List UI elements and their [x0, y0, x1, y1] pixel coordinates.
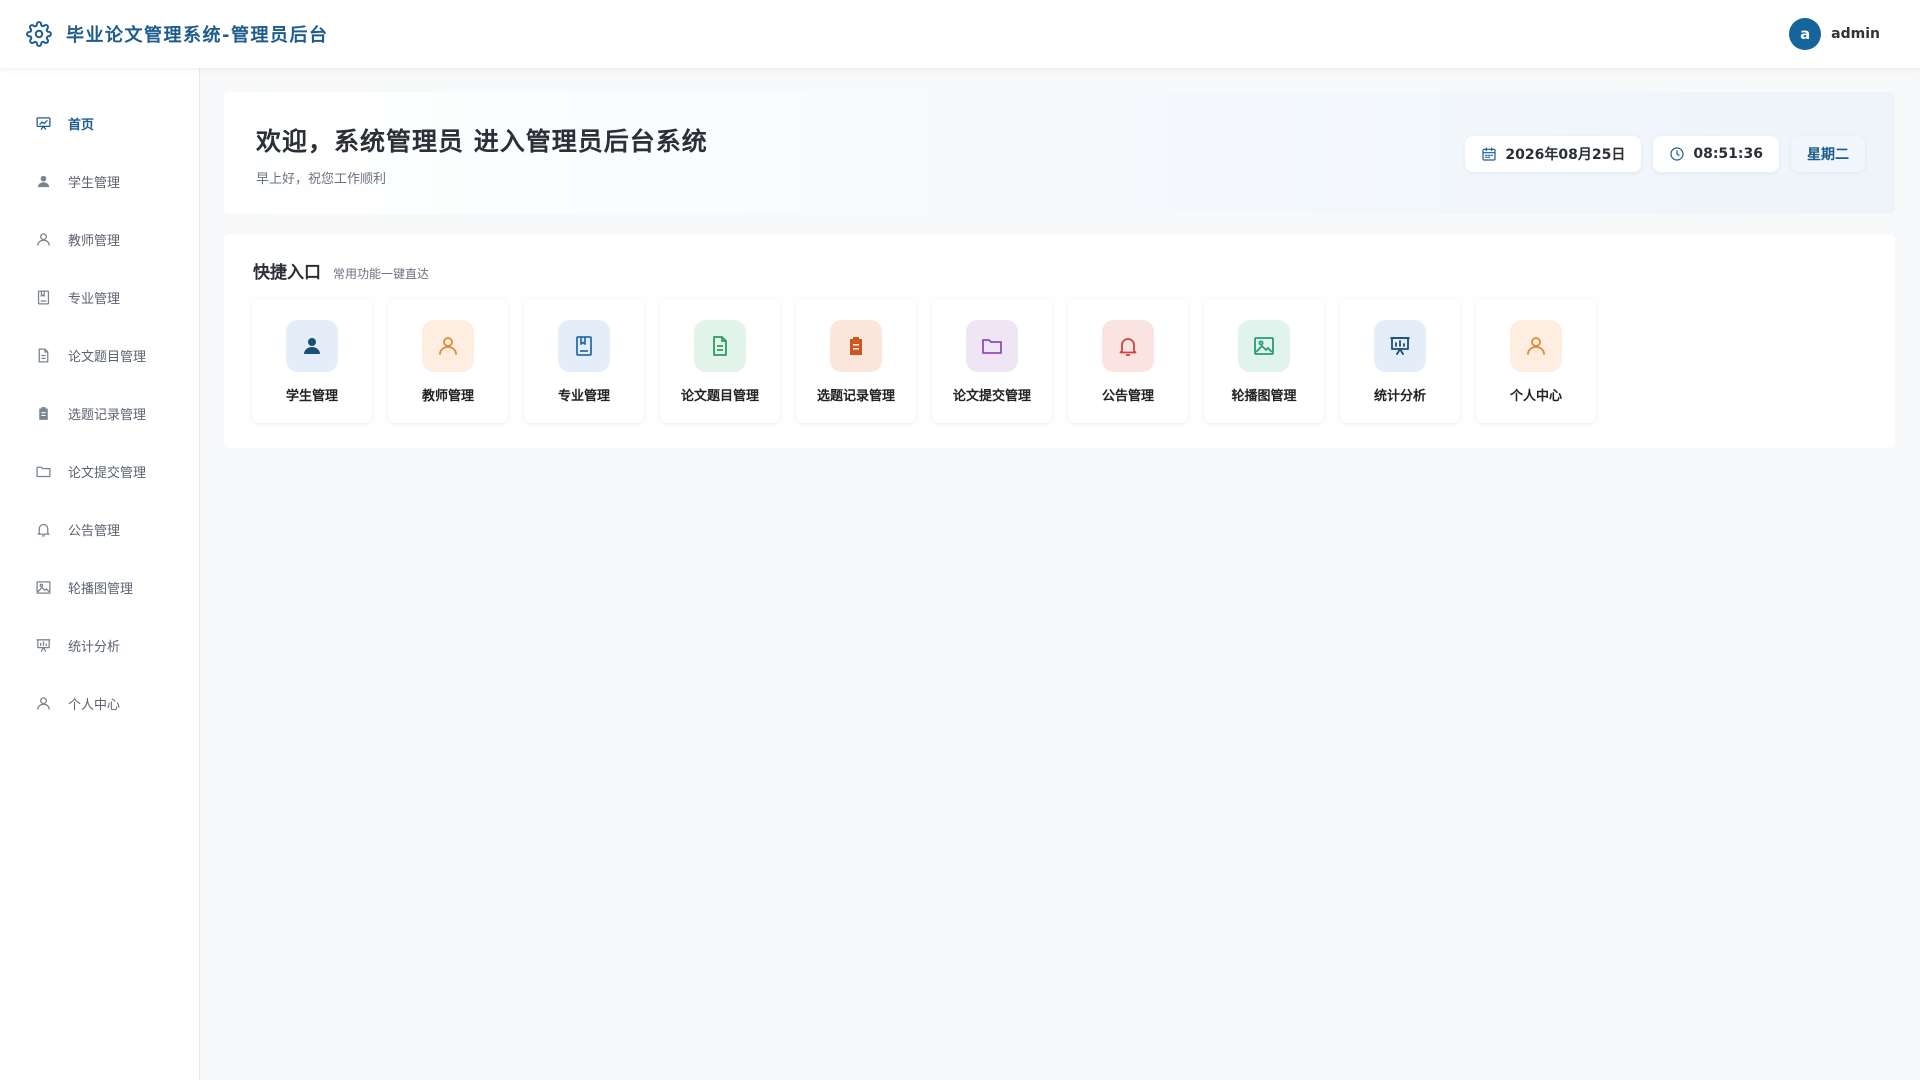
- sidebar-item-submissions[interactable]: 论文提交管理: [0, 442, 199, 500]
- quick-entry-title: 快捷入口: [253, 263, 321, 283]
- user-filled-icon: [286, 320, 338, 372]
- bell-icon: [35, 521, 52, 538]
- quick-tile-label: 个人中心: [1509, 389, 1562, 404]
- document-icon: [35, 347, 52, 364]
- sidebar-item-announcements[interactable]: 公告管理: [0, 500, 199, 558]
- sidebar-item-label: 公告管理: [68, 523, 121, 539]
- time-text: 08:51:36: [1693, 146, 1763, 162]
- sidebar-item-topics[interactable]: 论文题目管理: [0, 326, 199, 384]
- sidebar-item-label: 论文提交管理: [68, 465, 147, 481]
- presentation-icon: [1374, 320, 1426, 372]
- quick-tile-teachers[interactable]: 教师管理: [388, 299, 508, 423]
- calendar-icon: [1481, 146, 1497, 162]
- quick-tile-label: 统计分析: [1373, 389, 1426, 404]
- date-chip: 2026年08月25日: [1465, 136, 1642, 172]
- sidebar-item-label: 学生管理: [68, 175, 121, 191]
- time-chip: 08:51:36: [1653, 136, 1779, 172]
- weekday-text: 星期二: [1807, 147, 1849, 163]
- sidebar-item-students[interactable]: 学生管理: [0, 152, 199, 210]
- welcome-title: 欢迎，系统管理员 进入管理员后台系统: [256, 127, 708, 156]
- sidebar-item-label: 首页: [68, 117, 95, 133]
- book-icon: [35, 289, 52, 306]
- date-text: 2026年08月25日: [1505, 147, 1626, 163]
- sidebar-item-selection-records[interactable]: 选题记录管理: [0, 384, 199, 442]
- gear-icon: [26, 21, 52, 47]
- user-filled-icon: [35, 173, 52, 190]
- quick-tile-announcements[interactable]: 公告管理: [1068, 299, 1188, 423]
- avatar: a: [1789, 18, 1822, 50]
- sidebar-item-label: 统计分析: [68, 639, 121, 655]
- welcome-subtitle: 早上好，祝您工作顺利: [256, 172, 387, 187]
- sidebar: 首页 学生管理 教师管理 专业管理 论文题目管理 选题记录管理 论文提交管理 公…: [0, 68, 200, 1080]
- quick-tile-label: 论文提交管理: [952, 389, 1031, 404]
- datetime-chips: 2026年08月25日 08:51:36 星期二: [1465, 136, 1865, 172]
- folder-icon: [966, 320, 1018, 372]
- document-icon: [694, 320, 746, 372]
- quick-tile-majors[interactable]: 专业管理: [524, 299, 644, 423]
- sidebar-item-label: 专业管理: [68, 291, 121, 307]
- weekday-chip: 星期二: [1791, 136, 1865, 172]
- quick-tile-label: 轮播图管理: [1231, 389, 1297, 404]
- quick-tile-submissions[interactable]: 论文提交管理: [932, 299, 1052, 423]
- quick-tile-label: 论文题目管理: [680, 389, 759, 404]
- username: admin: [1831, 26, 1880, 42]
- sidebar-item-label: 个人中心: [68, 697, 121, 713]
- user-icon: [35, 695, 52, 712]
- sidebar-item-carousel[interactable]: 轮播图管理: [0, 558, 199, 616]
- user-menu[interactable]: a admin: [1789, 18, 1880, 50]
- quick-tile-selection-records[interactable]: 选题记录管理: [796, 299, 916, 423]
- user-icon: [422, 320, 474, 372]
- sidebar-item-home[interactable]: 首页: [0, 94, 199, 152]
- quick-entry-panel: 快捷入口 常用功能一键直达 学生管理 教师管理 专业管理 论文题目管理 选题记录…: [224, 234, 1895, 448]
- quick-entry-header: 快捷入口 常用功能一键直达: [253, 258, 429, 283]
- sidebar-item-majors[interactable]: 专业管理: [0, 268, 199, 326]
- app-title: 毕业论文管理系统-管理员后台: [66, 25, 329, 46]
- sidebar-item-statistics[interactable]: 统计分析: [0, 616, 199, 674]
- user-icon: [1510, 320, 1562, 372]
- bell-icon: [1102, 320, 1154, 372]
- picture-icon: [1238, 320, 1290, 372]
- clock-icon: [1669, 146, 1685, 162]
- clipboard-icon: [830, 320, 882, 372]
- dashboard-icon: [35, 115, 52, 132]
- welcome-banner: 欢迎，系统管理员 进入管理员后台系统 早上好，祝您工作顺利 2026年08月25…: [224, 92, 1895, 214]
- sidebar-item-teachers[interactable]: 教师管理: [0, 210, 199, 268]
- quick-tile-label: 学生管理: [285, 389, 338, 404]
- sidebar-item-label: 教师管理: [68, 233, 121, 249]
- sidebar-item-profile[interactable]: 个人中心: [0, 674, 199, 732]
- quick-entry-tiles: 学生管理 教师管理 专业管理 论文题目管理 选题记录管理 论文提交管理 公告管理…: [252, 299, 1596, 423]
- brand[interactable]: 毕业论文管理系统-管理员后台: [26, 21, 328, 47]
- user-icon: [35, 231, 52, 248]
- clipboard-icon: [35, 405, 52, 422]
- top-header: 毕业论文管理系统-管理员后台 a admin: [0, 0, 1920, 68]
- quick-tile-topics[interactable]: 论文题目管理: [660, 299, 780, 423]
- quick-entry-subtitle: 常用功能一键直达: [333, 267, 430, 281]
- quick-tile-carousel[interactable]: 轮播图管理: [1204, 299, 1324, 423]
- sidebar-item-label: 论文题目管理: [68, 349, 147, 365]
- picture-icon: [35, 579, 52, 596]
- quick-tile-label: 选题记录管理: [816, 389, 895, 404]
- sidebar-item-label: 选题记录管理: [68, 407, 147, 423]
- quick-tile-label: 专业管理: [557, 389, 610, 404]
- quick-tile-label: 公告管理: [1101, 389, 1154, 404]
- quick-tile-students[interactable]: 学生管理: [252, 299, 372, 423]
- quick-tile-profile[interactable]: 个人中心: [1476, 299, 1596, 423]
- book-icon: [558, 320, 610, 372]
- quick-tile-label: 教师管理: [421, 389, 474, 404]
- sidebar-item-label: 轮播图管理: [68, 581, 134, 597]
- folder-icon: [35, 463, 52, 480]
- quick-tile-statistics[interactable]: 统计分析: [1340, 299, 1460, 423]
- presentation-icon: [35, 637, 52, 654]
